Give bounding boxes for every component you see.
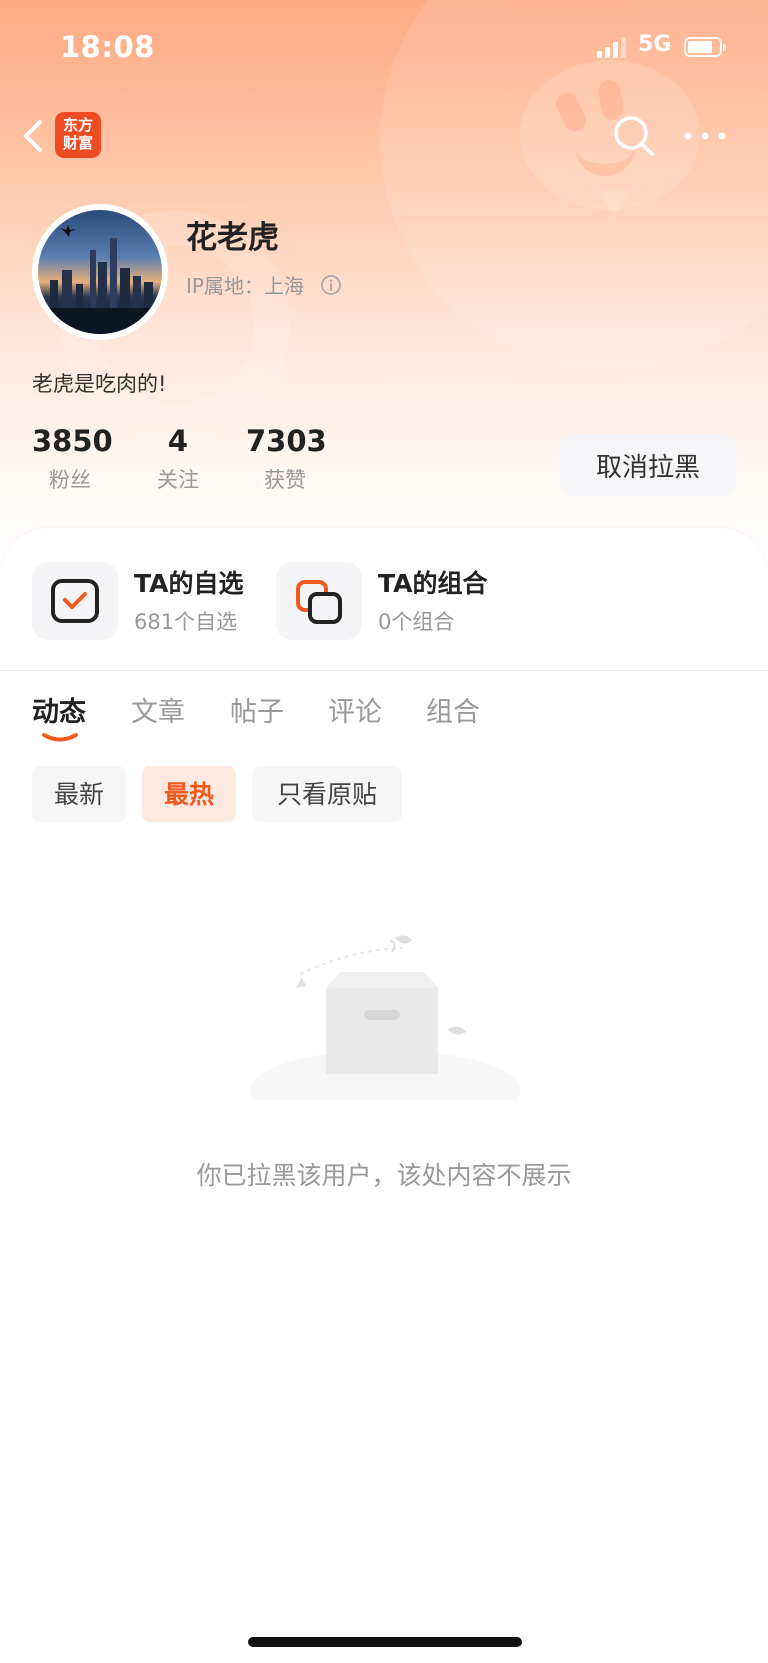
home-indicator[interactable] <box>248 1637 522 1647</box>
filter-hottest[interactable]: 最热 <box>142 766 236 822</box>
network-type: 5G <box>638 32 672 57</box>
empty-box-icon <box>250 935 520 1100</box>
filter-latest[interactable]: 最新 <box>32 766 126 822</box>
chevron-left-icon <box>24 120 42 152</box>
info-icon[interactable] <box>320 274 342 296</box>
stat-value: 3850 <box>32 424 113 458</box>
battery-icon <box>684 37 726 57</box>
feature-title: TA的组合 <box>378 569 488 598</box>
stat-label: 获赞 <box>264 468 306 492</box>
avatar-image <box>38 210 162 334</box>
stat-followers[interactable]: 3850 粉丝 <box>32 424 113 494</box>
stat-value: 7303 <box>246 424 327 458</box>
stat-value: 4 <box>167 424 189 458</box>
avatar[interactable] <box>32 204 168 340</box>
search-button[interactable] <box>610 112 658 160</box>
status-bar: 18:08 5G <box>0 0 768 96</box>
portfolio-icon <box>276 562 362 640</box>
more-button[interactable] <box>680 118 730 154</box>
filter-original-only[interactable]: 只看原贴 <box>252 766 402 822</box>
stat-likes[interactable]: 7303 获赞 <box>246 424 327 494</box>
watchlist-entry[interactable]: TA的自选 681个自选 <box>32 562 272 640</box>
status-time: 18:08 <box>60 30 155 64</box>
signal-icon <box>597 36 627 58</box>
checklist-icon <box>32 562 118 640</box>
logo-text: 东方 <box>62 116 93 134</box>
feature-subtitle: 681个自选 <box>134 610 238 634</box>
tab-portfolios[interactable]: 组合 <box>426 690 480 729</box>
more-icon <box>684 132 726 140</box>
app-logo: 东方 财富 <box>55 112 101 158</box>
tab-posts[interactable]: 帖子 <box>230 690 284 729</box>
user-name: 花老虎 <box>186 220 279 256</box>
active-tab-indicator <box>42 733 78 742</box>
portfolio-entry[interactable]: TA的组合 0个组合 <box>276 562 516 640</box>
stat-label: 粉丝 <box>49 468 91 492</box>
unblock-button[interactable]: 取消拉黑 <box>560 434 736 496</box>
logo-text: 财富 <box>62 134 93 152</box>
stat-label: 关注 <box>157 468 199 492</box>
empty-state-message: 你已拉黑该用户，该处内容不展示 <box>196 1161 572 1190</box>
section-divider <box>0 670 768 671</box>
feature-title: TA的自选 <box>134 569 244 598</box>
user-bio: 老虎是吃肉的! <box>32 372 167 396</box>
feature-subtitle: 0个组合 <box>378 610 455 634</box>
tab-dynamics[interactable]: 动态 <box>32 690 86 729</box>
search-icon <box>614 116 654 156</box>
ip-location: IP属地：上海 <box>186 274 304 298</box>
back-button[interactable] <box>16 112 56 160</box>
tab-articles[interactable]: 文章 <box>131 690 185 729</box>
stat-following[interactable]: 4 关注 <box>150 424 206 494</box>
tab-comments[interactable]: 评论 <box>328 690 382 729</box>
